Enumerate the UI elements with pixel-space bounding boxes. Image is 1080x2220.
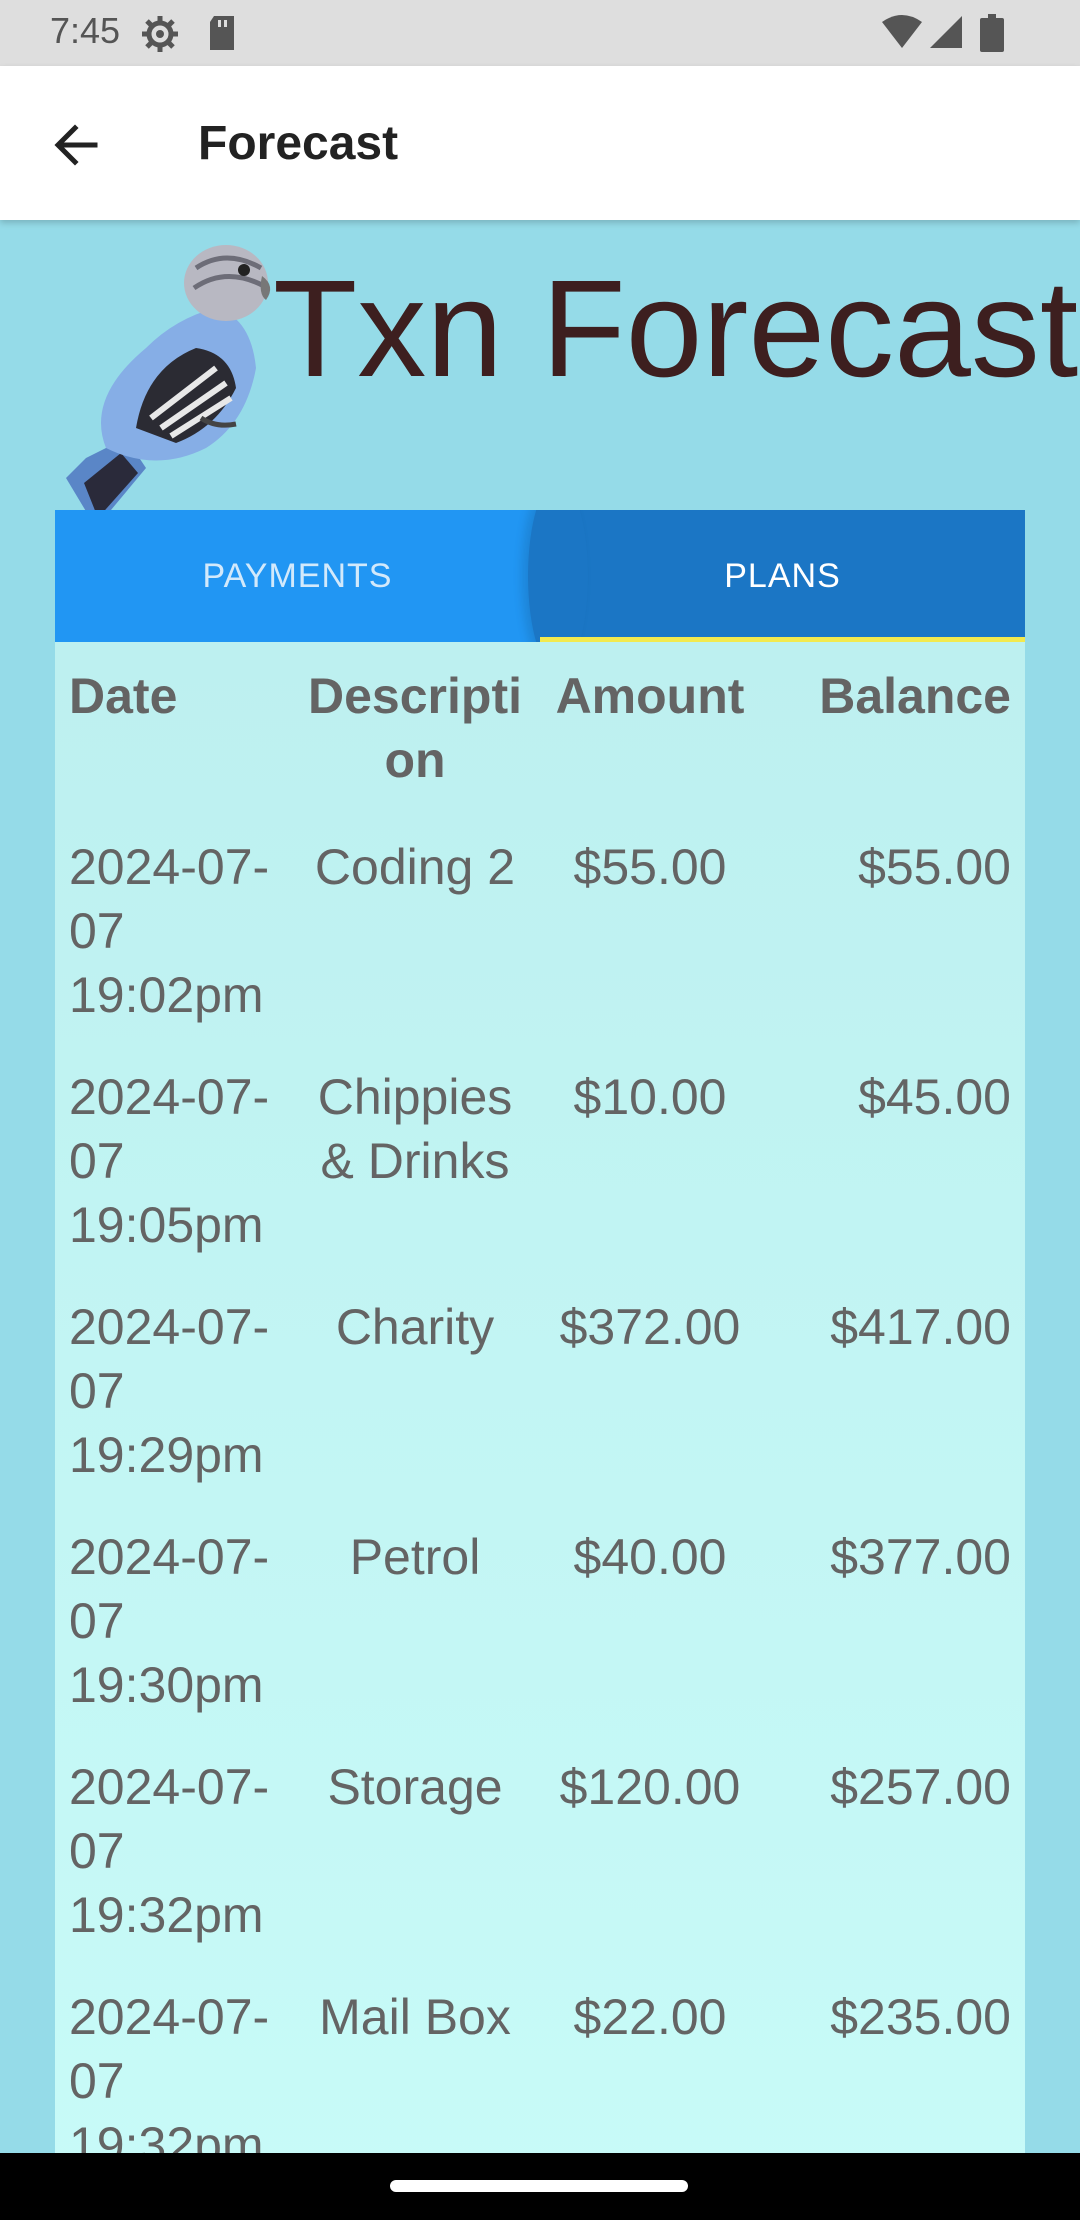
tab-bar: PAYMENTS PLANS xyxy=(55,510,1025,642)
app-logo-text: Txn Forecast xyxy=(273,252,1079,406)
row-date: 2024-07-07 19:32pm xyxy=(69,1989,270,2153)
header-amount: Amount xyxy=(555,668,745,724)
table-row[interactable]: 2024-07-07 19:02pm Coding 2 $55.00 $55.0… xyxy=(55,807,1025,1037)
row-date: 2024-07-07 19:05pm xyxy=(69,1069,270,1253)
row-date: 2024-07-07 19:30pm xyxy=(69,1529,270,1713)
status-bar: 7:45 xyxy=(0,0,1080,66)
settings-icon xyxy=(140,14,180,59)
tab-payments[interactable]: PAYMENTS xyxy=(55,510,540,642)
header-date: Date xyxy=(69,668,178,724)
row-amount: $372.00 xyxy=(559,1299,741,1355)
table-row[interactable]: 2024-07-07 19:32pm Storage $120.00 $257.… xyxy=(55,1727,1025,1957)
forecast-table: Date Description Amount Balance 2024-07-… xyxy=(55,642,1025,2153)
tab-selected-indicator xyxy=(540,637,1025,642)
row-balance: $235.00 xyxy=(830,1989,1011,2045)
row-date: 2024-07-07 19:32pm xyxy=(69,1759,270,1943)
header-balance: Balance xyxy=(819,668,1011,724)
back-arrow-icon xyxy=(54,124,98,166)
table-row[interactable]: 2024-07-07 19:29pm Charity $372.00 $417.… xyxy=(55,1267,1025,1497)
status-time: 7:45 xyxy=(50,10,121,51)
sd-card-icon xyxy=(206,14,238,57)
table-row[interactable]: 2024-07-07 19:32pm Mail Box $22.00 $235.… xyxy=(55,1957,1025,2153)
page-title: Forecast xyxy=(198,117,399,170)
main-content: Txn Forecast PAYMENTS PLANS Date Descrip… xyxy=(0,220,1080,2153)
table-row[interactable]: 2024-07-07 19:05pm Chippies & Drinks $10… xyxy=(55,1037,1025,1267)
navigation-bar xyxy=(0,2153,1080,2220)
row-description: Coding 2 xyxy=(314,839,516,895)
parrot-logo xyxy=(66,238,276,528)
row-balance: $377.00 xyxy=(830,1529,1011,1585)
row-amount: $40.00 xyxy=(573,1529,727,1585)
row-description: Storage xyxy=(327,1759,503,1815)
wifi-icon xyxy=(880,14,924,55)
row-description: Chippies & Drinks xyxy=(317,1069,513,1189)
row-balance: $45.00 xyxy=(858,1069,1011,1125)
app-bar: Forecast xyxy=(0,66,1080,220)
row-description: Mail Box xyxy=(319,1989,511,2045)
signal-icon xyxy=(928,14,964,55)
row-amount: $120.00 xyxy=(559,1759,741,1815)
row-amount: $22.00 xyxy=(573,1989,727,2045)
row-description: Charity xyxy=(335,1299,495,1355)
tab-payments-label: PAYMENTS xyxy=(202,556,393,595)
row-amount: $55.00 xyxy=(573,839,727,895)
row-date: 2024-07-07 19:02pm xyxy=(69,839,270,1023)
row-balance: $55.00 xyxy=(858,839,1011,895)
back-button[interactable] xyxy=(40,108,114,182)
home-indicator[interactable] xyxy=(390,2180,688,2192)
row-amount: $10.00 xyxy=(573,1069,727,1125)
battery-icon xyxy=(980,14,1004,57)
row-balance: $417.00 xyxy=(830,1299,1011,1355)
table-row[interactable]: 2024-07-07 19:30pm Petrol $40.00 $377.00 xyxy=(55,1497,1025,1727)
table-header: Date Description Amount Balance xyxy=(55,642,1025,807)
header-description: Description xyxy=(308,668,522,788)
tab-plans[interactable]: PLANS xyxy=(528,510,1025,642)
row-balance: $257.00 xyxy=(830,1759,1011,1815)
row-description: Petrol xyxy=(349,1529,481,1585)
row-date: 2024-07-07 19:29pm xyxy=(69,1299,270,1483)
tab-plans-label: PLANS xyxy=(724,556,841,595)
